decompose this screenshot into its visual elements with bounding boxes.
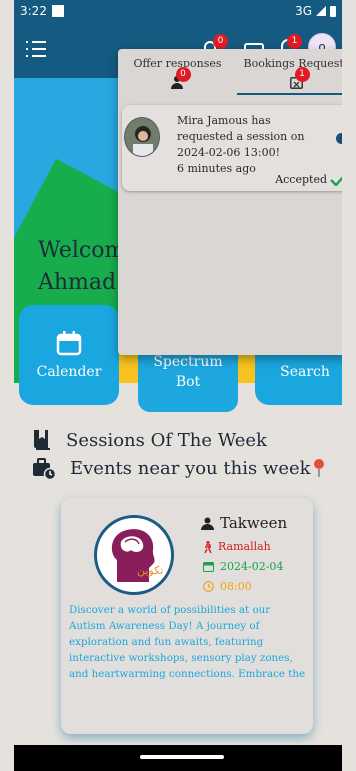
menu-icon[interactable]: [26, 41, 46, 57]
notification-status: Accepted: [275, 173, 342, 186]
event-time-text: 08:00: [220, 580, 252, 593]
event-card[interactable]: تكوين Takween Ramallah 2024-02-04 08:00 …: [61, 498, 313, 734]
signal-icon: [316, 6, 326, 16]
sessions-title: Sessions Of The Week: [66, 429, 267, 451]
bookings-requests-badge: 1: [294, 67, 310, 82]
event-description: Discover a world of possibilities at our…: [69, 604, 306, 680]
person-icon: [201, 517, 214, 530]
logo-text: تكوين: [137, 564, 164, 577]
walking-person-icon: [204, 540, 212, 553]
spectrum-bot-label-1: Spectrum: [153, 354, 223, 370]
app-screen: 3:22 3G 0 1 o Welcom Ahmad Calender Spec…: [14, 0, 342, 771]
network-label: 3G: [295, 4, 312, 18]
bookmark-book-icon: [34, 430, 50, 450]
event-organizer-name: Takween: [220, 514, 288, 532]
tab-bookings-requests[interactable]: Bookings Requests 1: [237, 57, 342, 91]
event-location-text: Ramallah: [218, 540, 271, 553]
home-gesture-pill[interactable]: [140, 755, 224, 759]
welcome-line-2: Ahmad: [38, 270, 117, 295]
welcome-line-1: Welcom: [38, 238, 126, 263]
briefcase-clock-icon: [33, 458, 56, 480]
status-bar: 3:22 3G: [14, 0, 342, 22]
event-logo: تكوين: [94, 515, 174, 595]
notifications-popup: Offer responses 0 Bookings Requests 1 Mi…: [118, 49, 342, 355]
unread-dot: [336, 133, 342, 144]
location-pin-icon: [313, 459, 324, 477]
search-button-label: Search: [280, 364, 330, 380]
takween-logo-icon: [111, 529, 155, 582]
calendar-button[interactable]: Calender: [19, 305, 119, 405]
calendar-small-icon: [203, 562, 214, 572]
event-time: 08:00: [203, 580, 252, 593]
event-location: Ramallah: [204, 540, 271, 553]
tab-bookings-requests-label: Bookings Requests: [243, 57, 342, 70]
notification-status-text: Accepted: [275, 173, 327, 186]
events-title: Events near you this week: [70, 457, 311, 479]
notification-text: Mira Jamous has requested a session on 2…: [177, 113, 327, 177]
events-section-header: Events near you this week: [32, 456, 325, 480]
system-nav-bar: [14, 745, 342, 771]
requester-avatar: [124, 117, 160, 157]
tab-offer-responses[interactable]: Offer responses 0: [118, 57, 237, 91]
notification-message: Mira Jamous has requested a session on 2…: [177, 114, 305, 159]
checkmark-icon: [330, 176, 342, 186]
notification-item[interactable]: Mira Jamous has requested a session on 2…: [122, 105, 342, 191]
event-date: 2024-02-04: [203, 560, 283, 573]
notification-square-icon: [51, 5, 64, 17]
event-organizer: Takween: [201, 514, 287, 532]
notification-badge: 0: [213, 34, 228, 49]
offer-responses-badge: 0: [175, 67, 191, 82]
battery-icon: [330, 5, 336, 17]
welcome-text: Welcom Ahmad: [38, 235, 125, 299]
calendar-button-label: Calender: [36, 364, 102, 380]
event-date-text: 2024-02-04: [220, 560, 284, 573]
calendar-button-icon: [56, 331, 82, 356]
sessions-section-header: Sessions Of The Week: [32, 428, 267, 452]
spectrum-bot-label-2: Bot: [175, 374, 201, 390]
clock-icon: [203, 581, 214, 592]
active-tab-indicator: [237, 93, 342, 95]
status-time: 3:22: [20, 4, 47, 18]
messages-badge: 1: [287, 34, 302, 49]
